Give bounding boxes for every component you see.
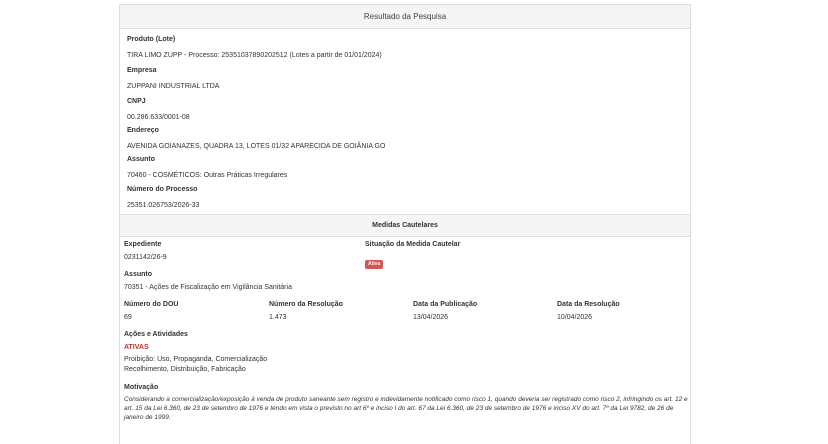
motivacao-label: Motivação [124,384,159,391]
produto-label: Produto (Lote) [127,36,176,43]
numero-resolucao-value: 1.473 [269,314,287,321]
panel-title: Resultado da Pesquisa [120,5,690,29]
acoes-label: Ações e Atividades [124,331,188,338]
endereco-label: Endereço [127,127,159,134]
numero-resolucao-label: Número da Resolução [269,301,343,308]
medidas-cautelares-header: Medidas Cautelares [120,214,690,237]
empresa-label: Empresa [127,67,157,74]
assunto-value: 70460 - COSMÉTICOS: Outras Práticas Irre… [127,172,288,179]
acoes-status: ATIVAS [124,344,149,351]
cnpj-field: CNPJ 00.286.633/0001-08 [127,97,190,122]
endereco-value: AVENIDA GOIANAZES, QUADRA 13, LOTES 01/3… [127,143,386,150]
cnpj-label: CNPJ [127,98,146,105]
assunto-field: Assunto 70460 - COSMÉTICOS: Outras Práti… [127,155,287,180]
acoes-line-2: Recolhimento, Distribuição, Fabricação [124,366,246,373]
numero-processo-value: 25351.026753/2026-33 [127,202,200,209]
empresa-value: ZUPPANI INDUSTRIAL LTDA [127,83,220,90]
motivacao-text: Considerando a comercialização/exposição… [124,396,688,421]
cnpj-value: 00.286.633/0001-08 [127,114,190,121]
numero-dou-value: 69 [124,314,132,321]
situacao-label: Situação da Medida Cautelar [365,241,461,248]
produto-field: Produto (Lote) TIRA LIMO ZUPP - Processo… [127,35,382,60]
expediente-value: 0231142/26-9 [124,254,167,261]
data-publicacao-value: 13/04/2026 [413,314,449,321]
data-publicacao-label: Data da Publicação [413,301,478,308]
produto-value: TIRA LIMO ZUPP - Processo: 2535103789020… [127,52,382,59]
medida-assunto-value: 70351 - Ações de Fiscalização em Vigilân… [124,284,292,291]
endereco-field: Endereço AVENIDA GOIANAZES, QUADRA 13, L… [127,126,385,151]
empresa-field: Empresa ZUPPANI INDUSTRIAL LTDA [127,66,219,91]
assunto-label: Assunto [127,156,155,163]
data-resolucao-label: Data da Resolução [557,301,620,308]
situacao-badge-wrap: Ativa [365,252,384,270]
status-badge: Ativa [365,260,384,269]
expediente-label: Expediente [124,241,162,248]
numero-processo-field: Número do Processo 25351.026753/2026-33 [127,185,199,210]
numero-dou-label: Número do DOU [124,301,179,308]
medida-assunto-label: Assunto [124,271,152,278]
acoes-line-1: Proibição: Uso, Propaganda, Comercializa… [124,356,268,363]
numero-processo-label: Número do Processo [127,186,198,193]
result-panel: Resultado da Pesquisa Produto (Lote) TIR… [119,4,691,444]
data-resolucao-value: 10/04/2026 [557,314,593,321]
